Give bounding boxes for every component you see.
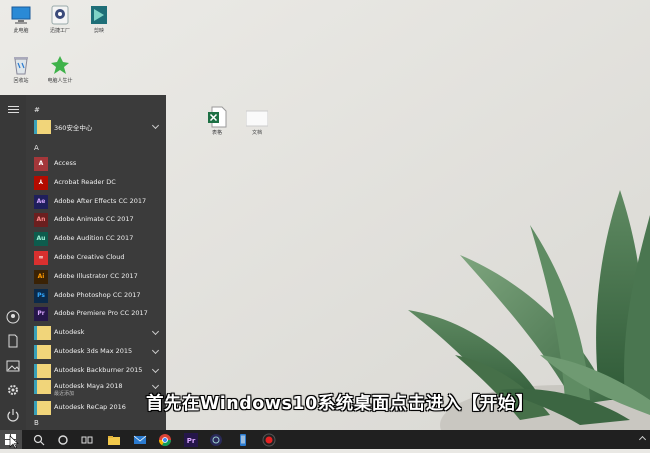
- taskbar: Pr: [0, 430, 650, 449]
- chevron-down-icon: [151, 121, 160, 130]
- acrobat-icon: ⅄: [34, 176, 48, 190]
- start-button[interactable]: [0, 430, 22, 449]
- hamburger-menu-icon[interactable]: [8, 106, 19, 115]
- app-item-premiere[interactable]: Pr Adobe Premiere Pro CC 2017: [32, 307, 162, 323]
- folder-icon: [34, 380, 51, 394]
- file-explorer-icon[interactable]: [107, 432, 121, 446]
- app-item-360[interactable]: 360安全中心: [32, 120, 162, 136]
- chevron-down-icon: [151, 346, 160, 355]
- animate-icon: An: [34, 213, 48, 227]
- app-icon: [49, 54, 71, 76]
- search-icon[interactable]: [32, 432, 46, 446]
- illustrator-icon: Ai: [34, 270, 48, 284]
- desktop-icon-label: 回收站: [13, 78, 29, 84]
- record-icon[interactable]: [262, 432, 276, 447]
- recycle-bin-icon: [10, 54, 32, 76]
- task-view-icon[interactable]: [80, 432, 94, 446]
- app-item-autodesk[interactable]: Autodesk: [32, 326, 162, 342]
- desktop-icon-label: 剪映: [93, 28, 104, 34]
- blank-file-icon: [245, 106, 269, 128]
- chrome-icon[interactable]: [158, 432, 172, 447]
- app-label: Adobe Premiere Pro CC 2017: [54, 309, 148, 317]
- app-label: Autodesk Backburner 2015: [54, 366, 143, 374]
- desktop-icon-document[interactable]: 文档: [236, 106, 278, 137]
- desktop-icon-label: 此电脑: [13, 28, 29, 34]
- svg-text:Pr: Pr: [187, 437, 196, 445]
- start-menu: # 360安全中心 A A Access ⅄ Acrobat Reader DC…: [0, 95, 166, 430]
- power-icon[interactable]: [5, 407, 21, 423]
- folder-icon: [34, 120, 51, 134]
- user-account-icon[interactable]: [5, 309, 21, 325]
- after-effects-icon: Ae: [34, 195, 48, 209]
- folder-icon: [34, 345, 51, 359]
- cortana-icon[interactable]: [56, 432, 70, 446]
- mail-icon[interactable]: [133, 432, 147, 446]
- app-item-access[interactable]: A Access: [32, 157, 162, 173]
- app-item-after-effects[interactable]: Ae Adobe After Effects CC 2017: [32, 195, 162, 211]
- desktop-icon-label: 电脑人生计: [47, 78, 73, 84]
- desktop-icon-label: 文档: [251, 130, 262, 136]
- app-item-maya[interactable]: Autodesk Maya 2018 最近添加: [32, 380, 162, 398]
- creative-cloud-icon: ∞: [34, 251, 48, 265]
- app-item-3ds-max[interactable]: Autodesk 3ds Max 2015: [32, 345, 162, 361]
- app-item-recap[interactable]: Autodesk ReCap 2016: [32, 401, 162, 417]
- system-tray-chevron-icon[interactable]: [638, 435, 647, 444]
- desktop-icon-app-3[interactable]: 电脑人生计: [39, 54, 81, 85]
- recently-added-label: 最近添加: [54, 391, 75, 397]
- desktop-icon-label: 表格: [211, 130, 222, 136]
- app-label: 360安全中心: [54, 124, 93, 132]
- section-header-b[interactable]: B: [34, 419, 39, 427]
- documents-icon[interactable]: [5, 333, 21, 349]
- access-icon: A: [34, 157, 48, 171]
- premiere-icon: Pr: [34, 307, 48, 321]
- app-icon: [49, 4, 71, 26]
- app-item-acrobat[interactable]: ⅄ Acrobat Reader DC: [32, 176, 162, 192]
- app-label: Access: [54, 159, 77, 167]
- premiere-icon[interactable]: Pr: [184, 432, 198, 447]
- folder-icon: [34, 364, 51, 378]
- app-label: Adobe Audition CC 2017: [54, 234, 134, 242]
- app-label: Autodesk Maya 2018: [54, 382, 123, 390]
- desktop-icon-this-pc[interactable]: 此电脑: [0, 4, 42, 35]
- app-item-photoshop[interactable]: Ps Adobe Photoshop CC 2017: [32, 289, 162, 305]
- app-item-audition[interactable]: Au Adobe Audition CC 2017: [32, 232, 162, 248]
- desktop-icon-excel[interactable]: 表格: [196, 106, 238, 137]
- app-label: Autodesk 3ds Max 2015: [54, 347, 133, 355]
- section-header-hash[interactable]: #: [34, 106, 40, 114]
- app-label: Adobe Creative Cloud: [54, 253, 125, 261]
- audition-icon: Au: [34, 232, 48, 246]
- video-subtitle: 首先在Windows10系统桌面点击进入【开始】: [146, 394, 534, 414]
- app-label: Adobe Illustrator CC 2017: [54, 272, 138, 280]
- app-label: Adobe Photoshop CC 2017: [54, 291, 141, 299]
- folder-icon: [34, 401, 51, 415]
- app-label: Adobe After Effects CC 2017: [54, 197, 147, 205]
- after-effects-icon[interactable]: [209, 432, 223, 446]
- desktop-icon-app-2[interactable]: 剪映: [78, 4, 120, 35]
- video-editor-icon: [88, 4, 110, 26]
- folder-icon: [34, 326, 51, 340]
- start-menu-rail: [0, 95, 26, 430]
- desktop-icon-app-1[interactable]: 迅捷工厂: [39, 4, 81, 35]
- photoshop-icon: Ps: [34, 289, 48, 303]
- app-label: Autodesk ReCap 2016: [54, 403, 126, 411]
- desktop-icon-label: 迅捷工厂: [49, 28, 70, 34]
- pictures-icon[interactable]: [5, 358, 21, 374]
- desktop-icon-recycle-bin[interactable]: 回收站: [0, 54, 42, 85]
- settings-gear-icon[interactable]: [5, 382, 21, 398]
- computer-icon: [10, 4, 32, 26]
- app-label: Autodesk: [54, 328, 85, 336]
- chevron-down-icon: [151, 381, 160, 390]
- app-item-animate[interactable]: An Adobe Animate CC 2017: [32, 213, 162, 229]
- chevron-down-icon: [151, 365, 160, 374]
- app-item-backburner[interactable]: Autodesk Backburner 2015: [32, 364, 162, 380]
- app-item-illustrator[interactable]: Ai Adobe Illustrator CC 2017: [32, 270, 162, 286]
- chevron-down-icon: [151, 327, 160, 336]
- section-header-a[interactable]: A: [34, 144, 39, 152]
- phone-icon[interactable]: [236, 432, 250, 446]
- excel-file-icon: [206, 106, 228, 128]
- app-item-creative-cloud[interactable]: ∞ Adobe Creative Cloud: [32, 251, 162, 267]
- app-label: Adobe Animate CC 2017: [54, 215, 134, 223]
- app-label: Acrobat Reader DC: [54, 178, 116, 186]
